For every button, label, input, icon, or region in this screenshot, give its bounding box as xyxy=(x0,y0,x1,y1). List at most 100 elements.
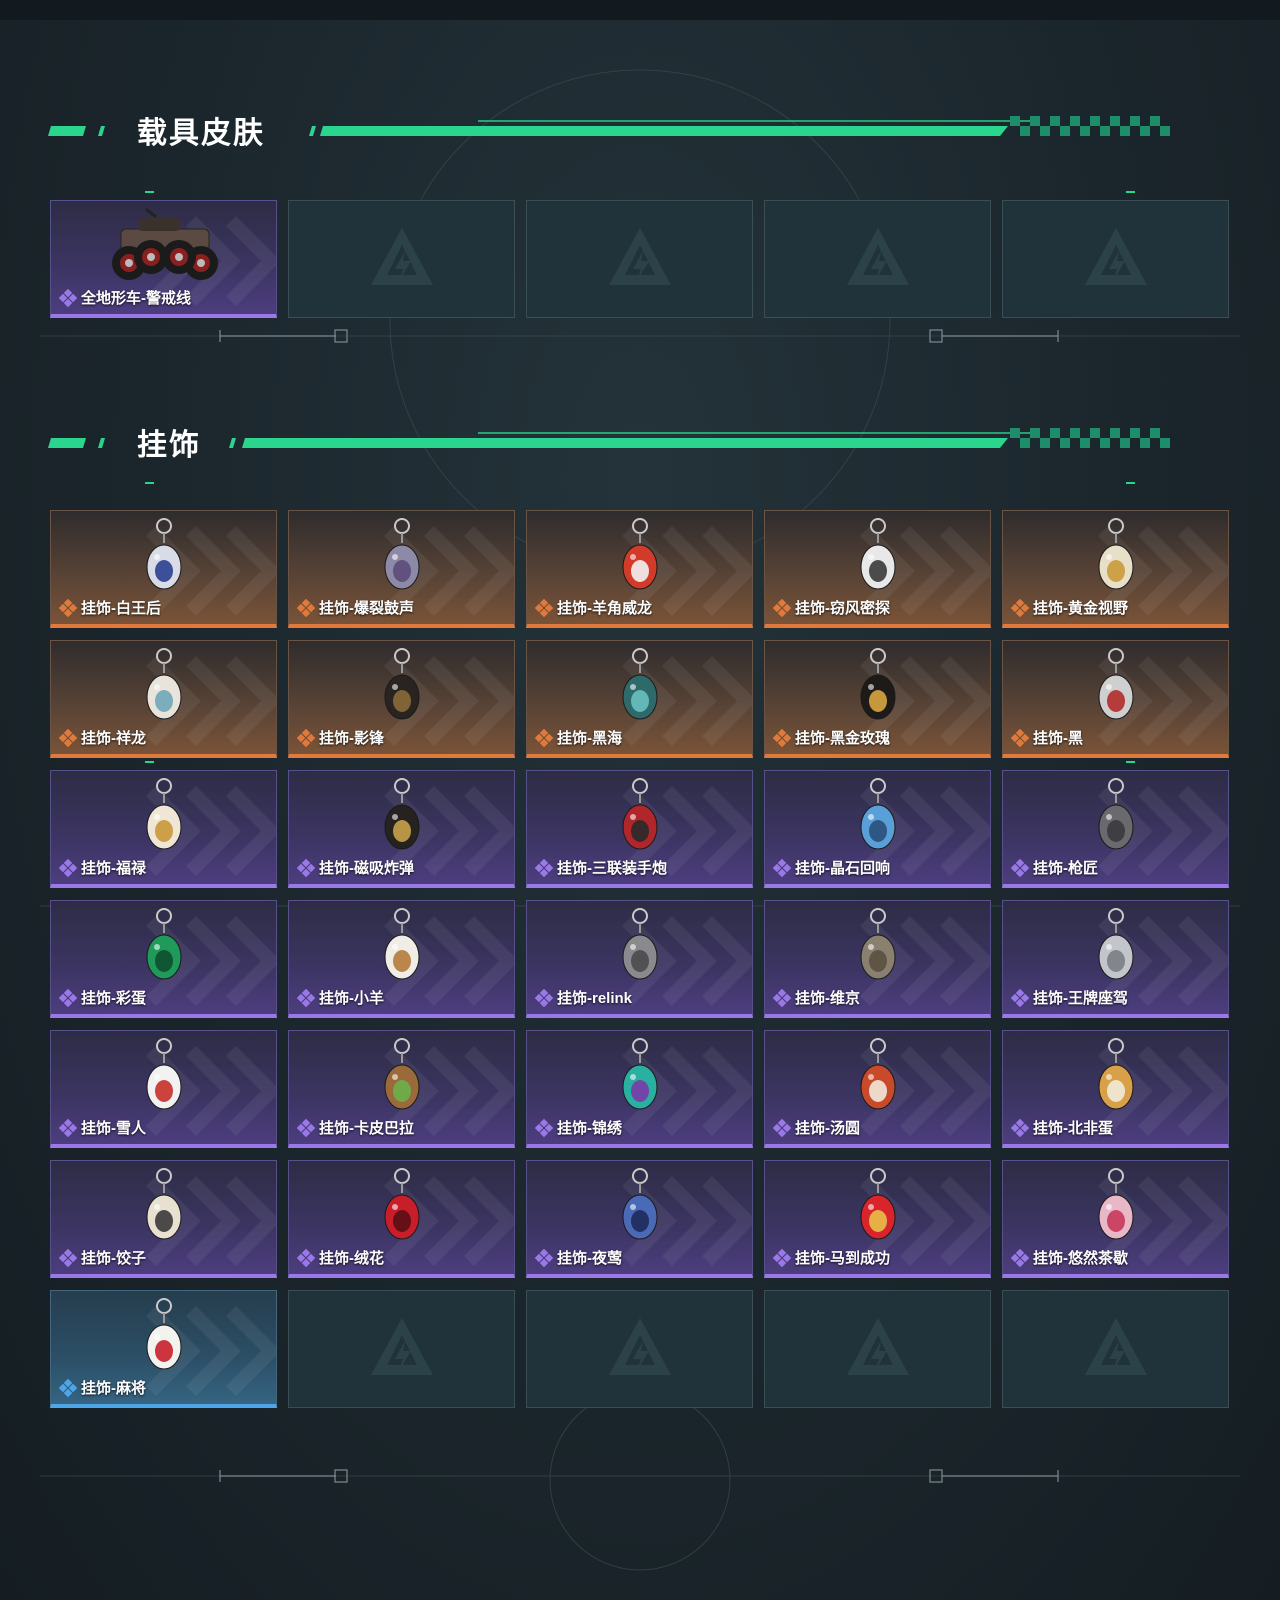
item-label: 挂饰-饺子 xyxy=(59,1247,146,1268)
item-card[interactable]: 挂饰-北非蛋 xyxy=(1002,1030,1229,1148)
item-card[interactable]: 挂饰-影锋 xyxy=(288,640,515,758)
item-name: 挂饰-relink xyxy=(557,990,633,1007)
item-card[interactable]: 挂饰-黑金玫瑰 xyxy=(764,640,991,758)
rarity-diamond-icon xyxy=(59,858,77,877)
item-card[interactable]: 挂饰-黑 xyxy=(1002,640,1229,758)
red-horse-charm-icon xyxy=(860,1168,896,1240)
item-name: 挂饰-卡皮巴拉 xyxy=(319,1120,414,1137)
item-name: 挂饰-王牌座驾 xyxy=(1033,990,1128,1007)
item-label: 挂饰-彩蛋 xyxy=(59,987,146,1008)
item-card[interactable]: 挂饰-三联装手炮 xyxy=(526,770,753,888)
item-name: 挂饰-窃风密探 xyxy=(795,600,890,617)
item-card[interactable]: 挂饰-汤圆 xyxy=(764,1030,991,1148)
gunsmith-charm-icon xyxy=(1098,778,1134,850)
item-card[interactable]: 挂饰-磁吸炸弹 xyxy=(288,770,515,888)
item-label: 挂饰-马到成功 xyxy=(773,1247,890,1268)
item-name: 挂饰-黑金玫瑰 xyxy=(795,730,890,747)
item-label: 全地形车-警戒线 xyxy=(59,287,191,308)
item-card[interactable]: 挂饰-王牌座驾 xyxy=(1002,900,1229,1018)
item-card[interactable]: 挂饰-绒花 xyxy=(288,1160,515,1278)
item-name: 挂饰-麻将 xyxy=(81,1380,146,1397)
item-name: 挂饰-绒花 xyxy=(319,1250,384,1267)
item-label: 挂饰-悠然茶歇 xyxy=(1011,1247,1128,1268)
rarity-diamond-icon xyxy=(773,858,791,877)
item-card[interactable]: 挂饰-枪匠 xyxy=(1002,770,1229,888)
item-name: 挂饰-悠然茶歇 xyxy=(1033,1250,1128,1267)
item-name: 全地形车-警戒线 xyxy=(81,290,191,307)
hand-cannon-charm-icon xyxy=(622,778,658,850)
rarity-diamond-icon xyxy=(59,288,77,307)
item-label: 挂饰-黑 xyxy=(1011,727,1083,748)
mahjong-tile-charm-icon xyxy=(146,1298,182,1370)
item-card[interactable]: 挂饰-黄金视野 xyxy=(1002,510,1229,628)
section-title-vehicle-skins: 载具皮肤 xyxy=(137,117,265,150)
item-name: 挂饰-小羊 xyxy=(319,990,384,1007)
item-name: 挂饰-白王后 xyxy=(81,600,161,617)
item-card[interactable]: 挂饰-饺子 xyxy=(50,1160,277,1278)
rarity-diamond-icon xyxy=(535,598,553,617)
item-card[interactable]: 挂饰-夜莺 xyxy=(526,1160,753,1278)
item-card[interactable]: 挂饰-马到成功 xyxy=(764,1160,991,1278)
empty-slot xyxy=(764,200,991,318)
item-name: 挂饰-北非蛋 xyxy=(1033,1120,1113,1137)
item-label: 挂饰-relink xyxy=(535,987,632,1008)
item-card[interactable]: 挂饰-白王后 xyxy=(50,510,277,628)
rarity-diamond-icon xyxy=(1011,728,1029,747)
rabbit-spy-charm-icon xyxy=(860,518,896,590)
item-card[interactable]: 挂饰-悠然茶歇 xyxy=(1002,1160,1229,1278)
rarity-diamond-icon xyxy=(773,988,791,1007)
game-logo-watermark-icon xyxy=(371,1318,433,1375)
item-label: 挂饰-绒花 xyxy=(297,1247,384,1268)
rarity-diamond-icon xyxy=(297,1118,315,1137)
empty-slot xyxy=(1002,1290,1229,1408)
item-label: 挂饰-祥龙 xyxy=(59,727,146,748)
item-name: 挂饰-锦绣 xyxy=(557,1120,622,1137)
capybara-charm-icon xyxy=(384,1038,420,1110)
item-name: 挂饰-维京 xyxy=(795,990,860,1007)
item-card[interactable]: 挂饰-雪人 xyxy=(50,1030,277,1148)
black-gold-rose-charm-icon xyxy=(860,648,896,720)
game-logo-watermark-icon xyxy=(371,228,433,285)
item-name: 挂饰-枪匠 xyxy=(1033,860,1098,877)
item-label: 挂饰-枪匠 xyxy=(1011,857,1098,878)
item-card[interactable]: 挂饰-彩蛋 xyxy=(50,900,277,1018)
empty-slot xyxy=(288,1290,515,1408)
shakshuka-charm-icon xyxy=(1098,1038,1134,1110)
item-label: 挂饰-黑金玫瑰 xyxy=(773,727,890,748)
rarity-diamond-icon xyxy=(1011,1118,1029,1137)
item-label: 挂饰-维京 xyxy=(773,987,860,1008)
item-card[interactable]: 挂饰-晶石回响 xyxy=(764,770,991,888)
rarity-diamond-icon xyxy=(773,728,791,747)
item-card[interactable]: 挂饰-卡皮巴拉 xyxy=(288,1030,515,1148)
item-label: 挂饰-汤圆 xyxy=(773,1117,860,1138)
rarity-diamond-icon xyxy=(297,858,315,877)
gourd-charm-icon xyxy=(146,778,182,850)
rarity-diamond-icon xyxy=(297,598,315,617)
item-card[interactable]: 挂饰-祥龙 xyxy=(50,640,277,758)
golden-vision-charm-icon xyxy=(1098,518,1134,590)
item-card[interactable]: 挂饰-小羊 xyxy=(288,900,515,1018)
item-card[interactable]: 挂饰-麻将 xyxy=(50,1290,277,1408)
item-label: 挂饰-羊角威龙 xyxy=(535,597,652,618)
item-card[interactable]: 挂饰-黑海 xyxy=(526,640,753,758)
item-label: 挂饰-白王后 xyxy=(59,597,161,618)
item-card[interactable]: 挂饰-窃风密探 xyxy=(764,510,991,628)
item-name: 挂饰-黑 xyxy=(1033,730,1083,747)
item-label: 挂饰-王牌座驾 xyxy=(1011,987,1128,1008)
item-card[interactable]: 挂饰-爆裂鼓声 xyxy=(288,510,515,628)
rarity-diamond-icon xyxy=(297,1248,315,1267)
item-label: 挂饰-夜莺 xyxy=(535,1247,622,1268)
item-card[interactable]: 全地形车-警戒线 xyxy=(50,200,277,318)
item-card[interactable]: 挂饰-福禄 xyxy=(50,770,277,888)
game-logo-watermark-icon xyxy=(847,1318,909,1375)
empty-slot xyxy=(1002,200,1229,318)
item-card[interactable]: 挂饰-羊角威龙 xyxy=(526,510,753,628)
item-card[interactable]: 挂饰-维京 xyxy=(764,900,991,1018)
item-name: 挂饰-汤圆 xyxy=(795,1120,860,1137)
item-card[interactable]: 挂饰-锦绣 xyxy=(526,1030,753,1148)
game-logo-watermark-icon xyxy=(1085,228,1147,285)
item-card[interactable]: 挂饰-relink xyxy=(526,900,753,1018)
butterfly-charm-icon xyxy=(622,1038,658,1110)
rarity-diamond-icon xyxy=(535,1248,553,1267)
lamb-charm-icon xyxy=(384,908,420,980)
